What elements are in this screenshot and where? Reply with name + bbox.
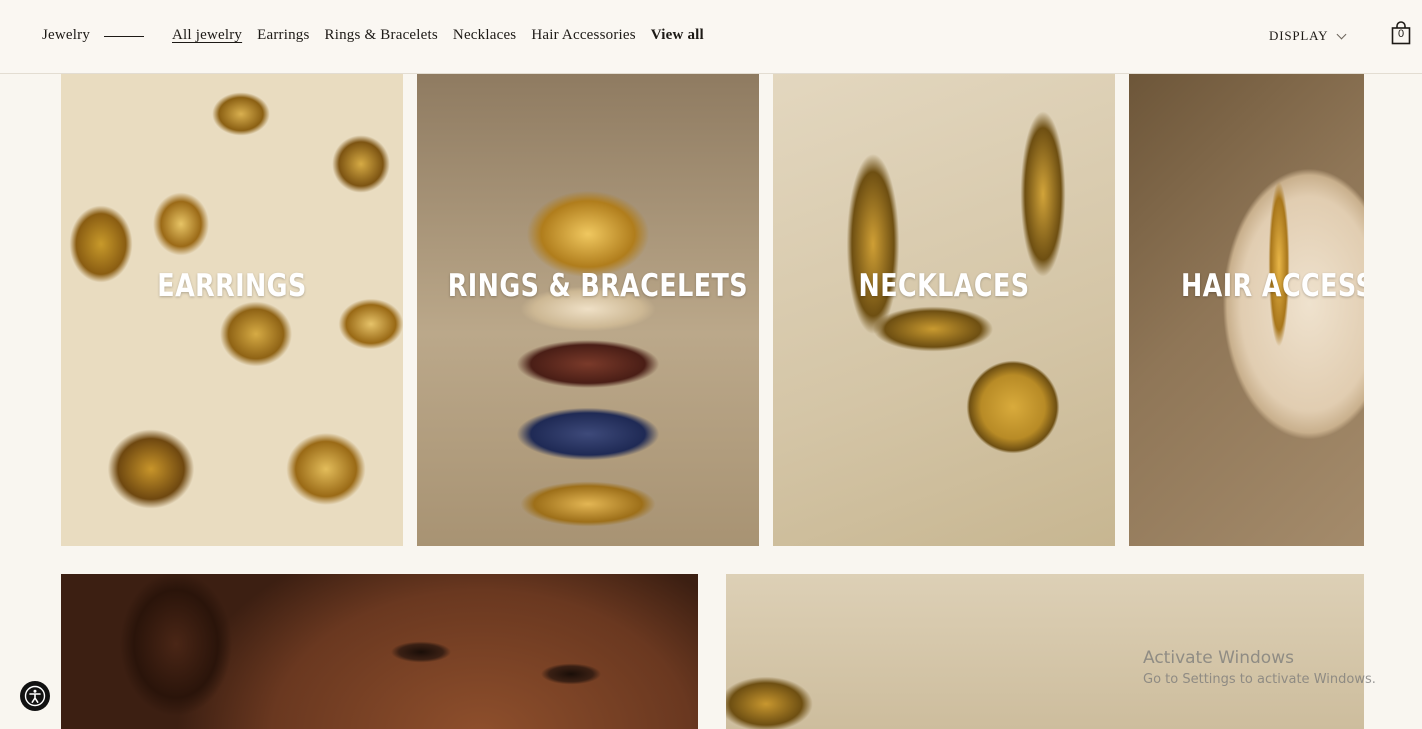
nav-all-jewelry[interactable]: All jewelry (172, 27, 242, 44)
nav-view-all[interactable]: View all (651, 27, 704, 44)
nav-hair-accessories[interactable]: Hair Accessories (531, 27, 635, 44)
category-tile-rings-bracelets[interactable]: RINGS & BRACELETS (417, 74, 759, 546)
category-tile-earrings[interactable]: EARRINGS (61, 74, 403, 546)
site-header: Jewelry All jewelry Earrings Rings & Bra… (0, 0, 1422, 74)
accessibility-button[interactable] (20, 681, 50, 711)
display-label: DISPLAY (1269, 28, 1329, 43)
category-nav: All jewelry Earrings Rings & Bracelets N… (172, 27, 704, 44)
brand-divider (104, 36, 144, 37)
nav-rings-bracelets[interactable]: Rings & Bracelets (325, 27, 438, 44)
shopping-bag-button[interactable]: 0 (1391, 21, 1411, 45)
editorial-portrait-image[interactable] (61, 574, 698, 729)
chevron-down-icon (1336, 29, 1347, 39)
watermark-title: Activate Windows (1143, 648, 1294, 668)
category-label-earrings: EARRINGS (157, 268, 307, 304)
display-dropdown[interactable]: DISPLAY (1269, 28, 1347, 44)
brand-link[interactable]: Jewelry (42, 27, 90, 44)
category-label-hair-accessories: HAIR ACCESSORIES (1181, 268, 1364, 304)
watermark-subtitle: Go to Settings to activate Windows. (1143, 672, 1376, 687)
category-tile-hair-accessories[interactable]: HAIR ACCESSORIES (1129, 74, 1364, 546)
nav-necklaces[interactable]: Necklaces (453, 27, 516, 44)
category-tile-necklaces[interactable]: NECKLACES (773, 74, 1115, 546)
nav-earrings[interactable]: Earrings (257, 27, 309, 44)
category-label-rings-bracelets: RINGS & BRACELETS (447, 268, 748, 304)
accessibility-icon (24, 685, 46, 707)
windows-activation-watermark: Activate Windows Go to Settings to activ… (1143, 648, 1376, 687)
cart-count: 0 (1397, 28, 1405, 40)
category-label-necklaces: NECKLACES (858, 268, 1030, 304)
